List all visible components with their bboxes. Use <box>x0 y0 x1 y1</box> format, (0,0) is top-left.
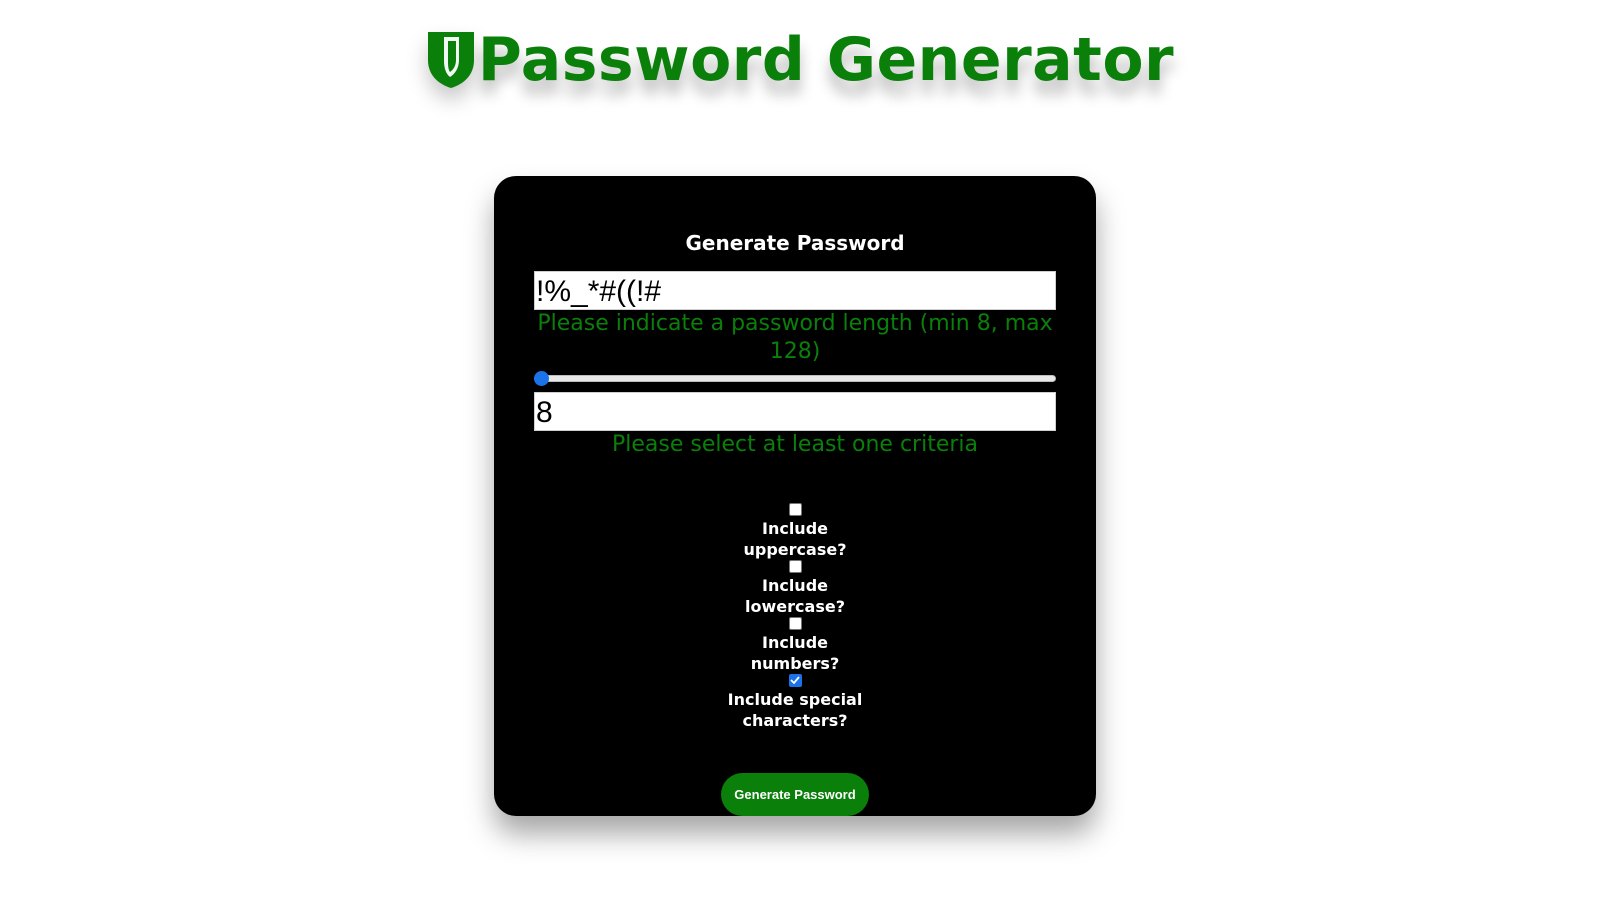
password-output-field[interactable]: !%_*#((!# <box>534 271 1056 311</box>
card-title: Generate Password <box>685 231 905 255</box>
criterion-lowercase: Include lowercase? <box>715 559 875 617</box>
uppercase-checkbox[interactable] <box>788 502 802 516</box>
header-brand: Password Generator <box>426 30 1174 90</box>
generator-card: Generate Password !%_*#((!# Please indic… <box>494 176 1096 816</box>
special-label: Include special characters? <box>727 689 863 730</box>
length-slider[interactable] <box>534 369 1056 387</box>
criterion-numbers: Include numbers? <box>715 616 875 674</box>
shield-icon <box>427 32 474 88</box>
criterion-uppercase: Include uppercase? <box>715 502 875 560</box>
special-checkbox[interactable] <box>788 673 802 687</box>
criterion-special: Include special characters? <box>715 673 875 731</box>
length-slider-thumb[interactable] <box>534 371 549 387</box>
page: Password Generator Generate Password !%_… <box>0 0 1600 913</box>
numbers-label: Include numbers? <box>750 632 840 673</box>
header: Password Generator <box>0 30 1600 90</box>
lowercase-label: Include lowercase? <box>745 575 845 616</box>
lowercase-checkbox[interactable] <box>788 559 802 573</box>
length-hint: Please indicate a password length (min 8… <box>537 311 1053 365</box>
uppercase-label: Include uppercase? <box>743 518 847 559</box>
criteria-hint: Please select at least one criteria <box>611 431 979 457</box>
numbers-checkbox[interactable] <box>788 616 802 630</box>
criteria-list: Include uppercase? Include lowercase? In… <box>715 502 875 731</box>
length-slider-track[interactable] <box>534 375 1056 383</box>
generate-password-button[interactable]: Generate Password <box>721 772 869 816</box>
page-title: Password Generator <box>477 25 1175 95</box>
length-input[interactable]: 8 <box>534 391 1056 431</box>
